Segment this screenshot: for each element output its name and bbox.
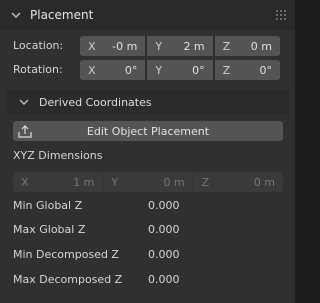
grip-icon[interactable] — [276, 10, 286, 20]
property-value: 0.000 — [148, 248, 180, 261]
property-value: 0.000 — [148, 273, 180, 286]
max-global-z-row: Max Global Z 0.000 — [13, 223, 283, 239]
dimension-y-field: Y 0 m — [103, 172, 193, 192]
xyz-dimensions-label: XYZ Dimensions — [13, 149, 103, 162]
field-value: 0 m — [163, 175, 185, 189]
axis-label: Y — [155, 63, 163, 77]
dimension-z-field: Z 0 m — [193, 172, 283, 192]
rotation-vector: X 0° Y 0° Z 0° — [80, 60, 280, 80]
axis-label: Y — [155, 39, 163, 53]
field-value: 2 m — [183, 39, 205, 53]
rotation-label: Rotation: — [13, 63, 63, 76]
field-value: 0 m — [250, 39, 272, 53]
location-row: Location: X -0 m Y 2 m Z 0 m — [0, 36, 295, 56]
chevron-down-icon[interactable] — [18, 96, 30, 108]
min-global-z-row: Min Global Z 0.000 — [13, 199, 283, 215]
field-value: 0 m — [253, 175, 275, 189]
derived-coordinates-header[interactable]: Derived Coordinates — [6, 89, 289, 115]
field-value: 0° — [124, 63, 138, 77]
rotation-x-field[interactable]: X 0° — [80, 60, 146, 80]
rotation-y-field[interactable]: Y 0° — [147, 60, 213, 80]
axis-label: Z — [222, 63, 231, 77]
rotation-row: Rotation: X 0° Y 0° Z 0° — [0, 60, 295, 80]
min-decomposed-z-row: Min Decomposed Z 0.000 — [13, 248, 283, 264]
axis-label: Z — [222, 39, 231, 53]
edit-object-placement-button[interactable]: Edit Object Placement — [13, 121, 283, 141]
location-z-field[interactable]: Z 0 m — [214, 36, 280, 56]
field-value: 0° — [192, 63, 205, 77]
location-label: Location: — [13, 39, 64, 52]
field-value: 0° — [259, 63, 272, 77]
max-decomposed-z-row: Max Decomposed Z 0.000 — [13, 273, 283, 289]
chevron-down-icon[interactable] — [10, 9, 22, 21]
axis-label: Z — [201, 175, 210, 189]
location-vector: X -0 m Y 2 m Z 0 m — [80, 36, 280, 56]
rotation-z-field[interactable]: Z 0° — [214, 60, 280, 80]
placement-panel: Placement Location: X -0 m Y 2 m Z 0 m R… — [0, 0, 295, 303]
location-x-field[interactable]: X -0 m — [80, 36, 146, 56]
axis-label: Y — [111, 175, 119, 189]
panel-header[interactable]: Placement — [0, 0, 295, 30]
property-label: Min Decomposed Z — [13, 248, 119, 261]
axis-label: X — [21, 175, 29, 189]
property-label: Min Global Z — [13, 199, 83, 212]
dimension-x-field: X 1 m — [13, 172, 103, 192]
property-value: 0.000 — [148, 199, 180, 212]
derived-coordinates-title: Derived Coordinates — [39, 95, 152, 109]
axis-label: X — [88, 63, 96, 77]
edit-button-label: Edit Object Placement — [86, 124, 210, 138]
field-value: -0 m — [112, 39, 138, 53]
location-y-field[interactable]: Y 2 m — [147, 36, 213, 56]
property-label: Max Decomposed Z — [13, 273, 123, 286]
axis-label: X — [88, 39, 96, 53]
field-value: 1 m — [73, 175, 95, 189]
property-label: Max Global Z — [13, 223, 86, 236]
panel-title: Placement — [30, 8, 94, 22]
property-value: 0.000 — [148, 223, 180, 236]
upload-icon — [18, 125, 32, 138]
dimensions-vector: X 1 m Y 0 m Z 0 m — [13, 172, 283, 192]
